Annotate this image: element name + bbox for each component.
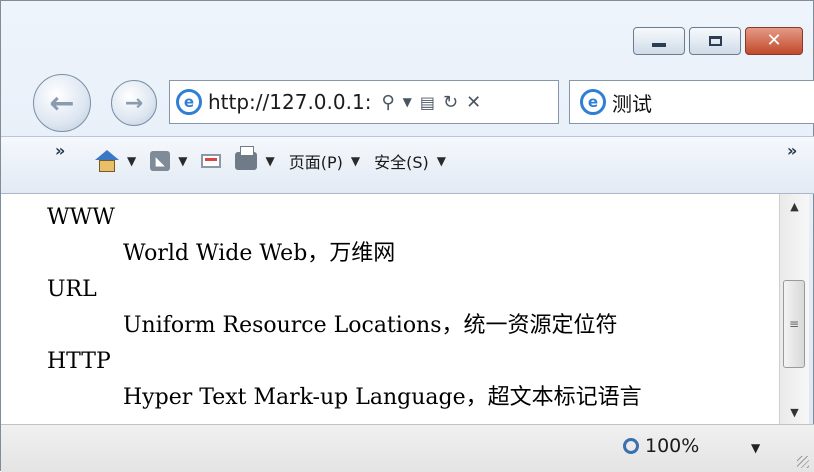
command-bar: » » ▼ ◣ ▼ ▼ 页面(P) ▼ 安全(S) ▼ <box>1 136 814 194</box>
minimize-button[interactable] <box>633 27 685 55</box>
feeds-dropdown-icon[interactable]: ▼ <box>178 154 187 168</box>
home-icon <box>95 150 119 172</box>
forward-button[interactable]: → <box>111 80 157 126</box>
term-http: HTTP <box>47 349 111 374</box>
forward-arrow-icon: → <box>124 90 144 116</box>
back-button[interactable]: ← <box>33 74 91 132</box>
ie-page-icon: e <box>176 89 202 115</box>
safety-menu[interactable]: 安全(S) ▼ <box>374 149 446 173</box>
definition-list: WWW World Wide Web，万维网 URL Uniform Resou… <box>47 200 779 416</box>
close-button[interactable]: ✕ <box>745 27 803 55</box>
browser-window: ✕ ← → e http://127.0.0.1: ⚲ ▼ ▤ ↻ ✕ e 测试… <box>0 0 814 472</box>
resize-grip-icon[interactable] <box>797 456 809 468</box>
mail-icon <box>201 154 222 168</box>
zoom-level: 100% <box>645 435 700 457</box>
tab-active[interactable]: e 测试 <box>569 80 814 124</box>
maximize-button[interactable] <box>689 27 741 55</box>
back-arrow-icon: ← <box>49 85 75 121</box>
zoom-icon <box>623 438 639 454</box>
stop-icon[interactable]: ✕ <box>466 92 481 113</box>
print-dropdown-icon[interactable]: ▼ <box>265 154 274 168</box>
commandbar-overflow-chevron[interactable]: » <box>787 141 797 160</box>
status-bar: 100% ▼ <box>1 424 814 472</box>
tab-title: 测试 <box>612 91 652 116</box>
home-dropdown-icon[interactable]: ▼ <box>127 154 136 168</box>
page-menu-label: 页面(P) <box>288 153 343 172</box>
chevron-down-icon: ▼ <box>350 154 361 168</box>
address-bar[interactable]: e http://127.0.0.1: ⚲ ▼ ▤ ↻ ✕ <box>169 80 559 124</box>
maximize-icon <box>708 36 722 46</box>
chevron-down-icon: ▼ <box>436 154 446 168</box>
favorites-overflow-chevron[interactable]: » <box>55 141 65 160</box>
content-left-margin <box>1 194 37 424</box>
page-content: WWW World Wide Web，万维网 URL Uniform Resou… <box>37 194 779 424</box>
read-mail-button[interactable] <box>201 154 222 168</box>
page-menu[interactable]: 页面(P) ▼ <box>289 149 360 173</box>
close-icon: ✕ <box>766 30 782 51</box>
refresh-icon[interactable]: ↻ <box>443 92 458 113</box>
window-caption-buttons: ✕ <box>633 27 803 55</box>
home-button[interactable]: ▼ <box>95 150 136 172</box>
address-url[interactable]: http://127.0.0.1: <box>208 90 371 114</box>
vertical-scrollbar[interactable]: ▲ ≡ ▼ <box>779 194 809 424</box>
zoom-dropdown-icon[interactable]: ▼ <box>751 441 760 455</box>
safety-menu-label: 安全(S) <box>374 153 429 172</box>
print-button[interactable]: ▼ <box>235 146 275 170</box>
feeds-button[interactable]: ◣ ▼ <box>150 151 187 171</box>
term-url: URL <box>47 277 97 302</box>
tab-ie-icon: e <box>580 89 606 115</box>
scroll-up-arrow-icon[interactable]: ▲ <box>780 196 809 216</box>
scroll-down-arrow-icon[interactable]: ▼ <box>780 402 809 422</box>
minimize-icon <box>652 43 666 47</box>
compatibility-view-icon[interactable]: ▤ <box>420 93 435 112</box>
scroll-thumb[interactable]: ≡ <box>783 280 805 368</box>
desc-url: Uniform Resource Locations，统一资源定位符 <box>123 313 618 338</box>
feed-icon: ◣ <box>150 151 171 171</box>
desc-www: World Wide Web，万维网 <box>123 241 396 266</box>
navigation-bar: ← → e http://127.0.0.1: ⚲ ▼ ▤ ↻ ✕ e 测试 <box>1 66 814 136</box>
term-www: WWW <box>47 205 115 230</box>
search-icon[interactable]: ⚲ <box>381 92 394 113</box>
command-tools: ▼ ◣ ▼ ▼ 页面(P) ▼ 安全(S) ▼ <box>95 146 446 173</box>
address-dropdown-icon[interactable]: ▼ <box>403 95 412 109</box>
desc-http: Hyper Text Mark-up Language，超文本标记语言 <box>123 385 642 410</box>
address-tools: ⚲ ▼ ▤ ↻ ✕ <box>381 92 481 113</box>
zoom-control[interactable]: 100% <box>623 435 699 457</box>
print-icon <box>235 146 258 170</box>
